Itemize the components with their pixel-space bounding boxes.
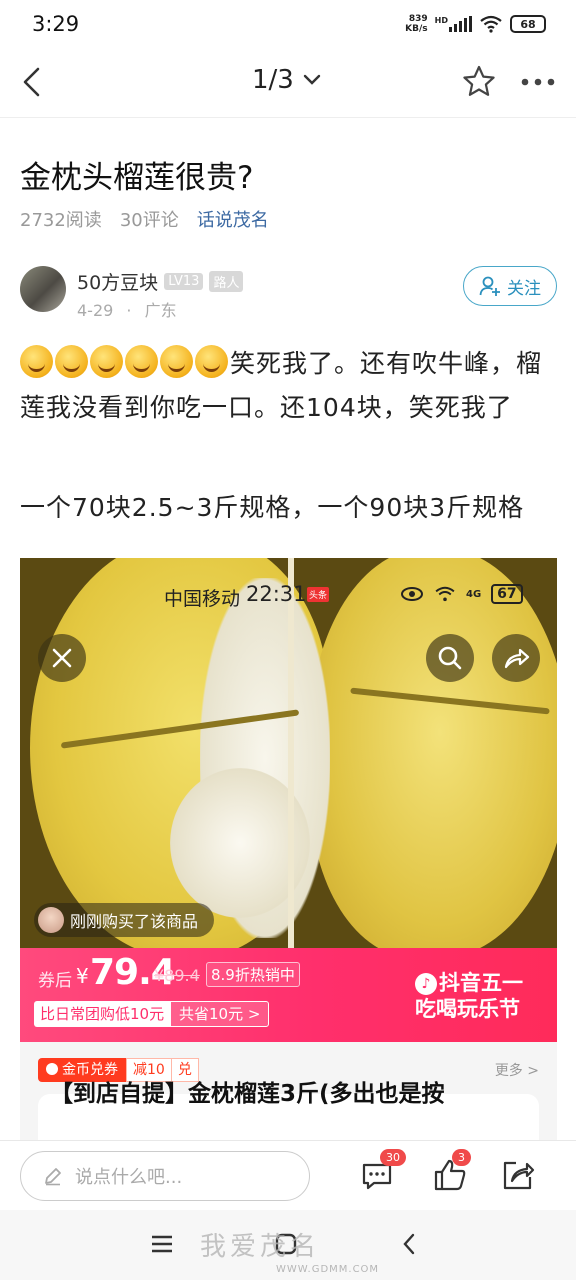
recent-purchase-pill: 刚刚购买了该商品 xyxy=(34,903,214,937)
back-icon[interactable] xyxy=(16,64,52,100)
more-icon[interactable] xyxy=(518,64,558,100)
menu-icon[interactable] xyxy=(150,1232,174,1256)
grin-emoji-icon xyxy=(55,345,88,378)
close-icon xyxy=(52,648,72,668)
share-button[interactable] xyxy=(492,634,540,682)
add-user-icon xyxy=(479,276,500,296)
product-title: 【到店自提】金枕榴莲3斤(多出也是按 xyxy=(50,1081,445,1107)
status-icons: 839 KB/s HD 68 xyxy=(405,14,546,34)
grin-emoji-icon xyxy=(20,345,53,378)
durian-photo xyxy=(20,558,557,948)
laugh-emoji-icon xyxy=(125,345,158,378)
author-sub: 4-29 · 广东 xyxy=(77,301,177,320)
grin-emoji-icon xyxy=(90,345,123,378)
share-icon xyxy=(504,648,530,669)
author-name[interactable]: 50方豆块 xyxy=(77,268,158,295)
page-indicator[interactable]: 1/3 xyxy=(252,65,322,95)
article-meta: 2732阅读 30评论 话说茂名 xyxy=(20,206,269,232)
network-type: 4G xyxy=(466,588,482,600)
wifi-icon xyxy=(480,15,502,33)
embedded-screenshot[interactable]: 中国移动 22:31 头条 4G 67 刚刚购买了该商品 券后 ¥ 79.4 ¥… xyxy=(20,558,557,1140)
comment-count: 30评论 xyxy=(119,210,179,231)
share-icon xyxy=(503,1161,535,1190)
toutiao-badge: 头条 xyxy=(307,587,330,602)
like-count-badge: 3 xyxy=(452,1149,471,1166)
status-bar: 3:29 839 KB/s HD 68 xyxy=(0,0,576,50)
star-icon[interactable] xyxy=(460,63,498,101)
search-icon xyxy=(438,646,462,670)
original-price: ¥89.4 xyxy=(154,966,200,985)
comment-count-badge: 30 xyxy=(380,1149,406,1166)
buyer-avatar xyxy=(38,907,64,933)
like-button[interactable]: 3 xyxy=(432,1149,471,1193)
level-badge: LV13 xyxy=(164,273,204,290)
coupon-area: 金币兑券 减10 兑 更多 > 【到店自提】金枕榴莲3斤(多出也是按 xyxy=(20,1042,557,1140)
search-button[interactable] xyxy=(426,634,474,682)
signal-icon: HD xyxy=(435,16,472,32)
post-location: 广东 xyxy=(144,301,177,320)
status-time: 3:29 xyxy=(32,12,80,36)
system-nav: 我爱茂名 WWW.GDMM.COM xyxy=(0,1210,576,1280)
follow-button[interactable]: 关注 xyxy=(463,266,557,306)
article-paragraph-2: 一个70块2.5~3斤规格，一个90块3斤规格 xyxy=(20,493,525,522)
post-date: 4-29 xyxy=(77,301,114,320)
article-paragraph: 笑死我了。还有吹牛峰，榴莲我没看到你吃一口。还104块，笑死我了 xyxy=(20,342,560,430)
author-name-row: 50方豆块 LV13 路人 xyxy=(77,268,244,295)
battery-icon: 67 xyxy=(491,584,523,604)
watermark: 我爱茂名 xyxy=(200,1232,321,1262)
save-amount[interactable]: 共省10元 > xyxy=(170,1001,270,1027)
eye-icon xyxy=(401,587,423,601)
wifi-icon xyxy=(435,586,455,602)
festival-logo: ♪ 抖音五一 吃喝玩乐节 xyxy=(415,971,523,1021)
more-link[interactable]: 更多 > xyxy=(495,1060,539,1080)
role-badge: 路人 xyxy=(209,271,244,292)
promo-banner[interactable]: 券后 ¥ 79.4 ¥89.4 8.9折热销中 比日常团购低10元 共省10元 … xyxy=(20,948,557,1042)
chevron-down-icon xyxy=(303,74,321,85)
net-speed: 839 KB/s xyxy=(405,14,428,34)
author-row: 50方豆块 LV13 路人 4-29 · 广东 关注 xyxy=(20,264,560,320)
comments-button[interactable]: 30 xyxy=(360,1149,406,1193)
laugh-emoji-icon xyxy=(160,345,193,378)
comment-input[interactable]: 说点什么吧... xyxy=(20,1151,310,1201)
pencil-icon xyxy=(45,1168,61,1186)
battery-icon: 68 xyxy=(510,15,546,33)
nav-bar: 1/3 xyxy=(0,50,576,118)
discount-badge: 8.9折热销中 xyxy=(206,962,300,987)
action-bar: 说点什么吧... 30 3 xyxy=(0,1140,576,1210)
back-nav-icon[interactable] xyxy=(398,1232,422,1256)
share-button[interactable] xyxy=(500,1157,536,1193)
article-title: 金枕头榴莲很贵? xyxy=(20,160,254,196)
avatar[interactable] xyxy=(20,266,66,312)
topic-link[interactable]: 话说茂名 xyxy=(197,206,269,232)
daily-compare: 比日常团购低10元 xyxy=(34,1001,171,1027)
watermark-url: WWW.GDMM.COM xyxy=(276,1264,380,1275)
close-button[interactable] xyxy=(38,634,86,682)
read-count: 2732阅读 xyxy=(20,210,102,231)
laugh-emoji-icon xyxy=(195,345,228,378)
douyin-logo-icon: ♪ xyxy=(415,973,437,995)
